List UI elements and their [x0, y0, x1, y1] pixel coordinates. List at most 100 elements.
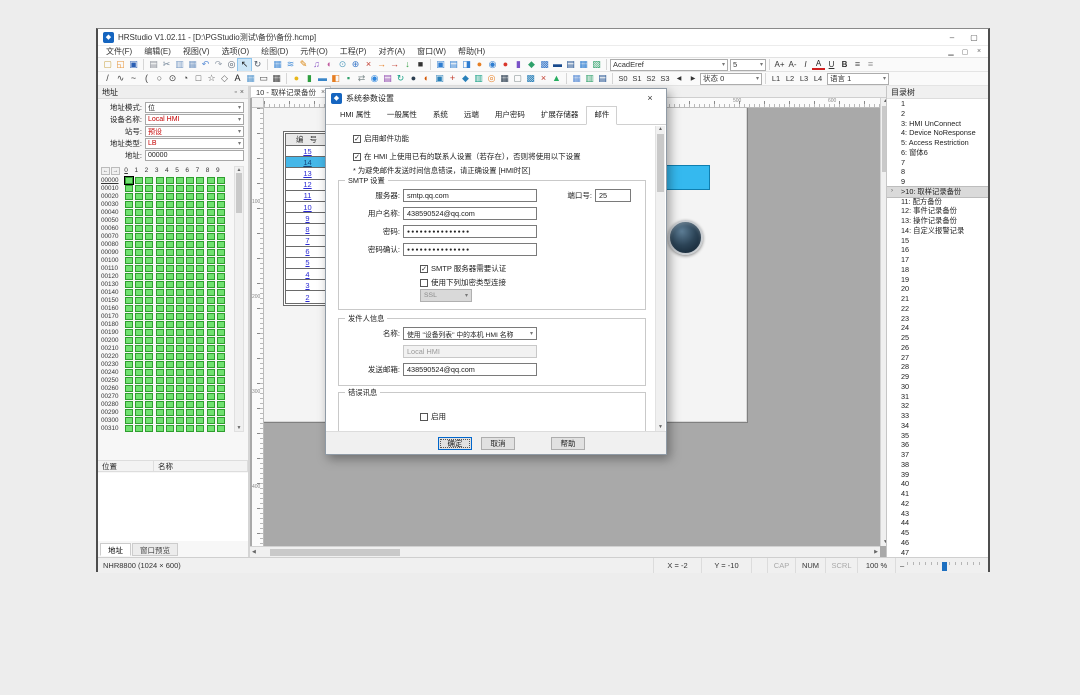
address-grid-scrollbar[interactable]: ▲ ▼ — [234, 166, 244, 432]
address-cell[interactable] — [166, 297, 174, 304]
address-cell[interactable] — [176, 321, 184, 328]
address-cell[interactable] — [156, 385, 164, 392]
tree-item[interactable]: 2 — [887, 109, 988, 119]
address-cell[interactable] — [176, 233, 184, 240]
number-table-row[interactable]: 12 — [286, 180, 329, 191]
address-cell[interactable] — [145, 249, 153, 256]
address-cell[interactable] — [125, 361, 133, 368]
address-cell[interactable] — [145, 345, 153, 352]
address-cell[interactable] — [176, 257, 184, 264]
address-cell[interactable] — [135, 297, 143, 304]
dark-grid-icon[interactable]: ▦ — [498, 73, 511, 85]
address-cell[interactable] — [135, 385, 143, 392]
address-cell[interactable] — [186, 337, 194, 344]
address-cell[interactable] — [176, 313, 184, 320]
address-cell[interactable] — [217, 177, 225, 184]
address-cell[interactable] — [145, 305, 153, 312]
address-cell[interactable] — [156, 377, 164, 384]
address-cell[interactable] — [145, 401, 153, 408]
tree-item[interactable]: 28 — [887, 362, 988, 372]
bar-display-icon[interactable]: ▬ — [316, 73, 329, 85]
address-cell[interactable] — [196, 329, 204, 336]
address-cell[interactable] — [207, 305, 215, 312]
address-cell[interactable] — [217, 361, 225, 368]
address-cell[interactable] — [166, 329, 174, 336]
address-cell[interactable] — [166, 417, 174, 424]
address-cell[interactable] — [186, 297, 194, 304]
address-cell[interactable] — [135, 321, 143, 328]
address-cell[interactable] — [186, 417, 194, 424]
address-cell[interactable] — [186, 265, 194, 272]
alarm-bell-icon[interactable]: ● — [499, 59, 512, 71]
address-cell[interactable] — [135, 281, 143, 288]
rotate-icon[interactable]: ↻ — [251, 59, 264, 71]
tree-item[interactable]: 21 — [887, 294, 988, 304]
address-cell[interactable] — [125, 305, 133, 312]
address-cell[interactable] — [135, 369, 143, 376]
address-cell[interactable] — [125, 425, 133, 432]
address-cell[interactable] — [176, 185, 184, 192]
address-cell[interactable] — [196, 361, 204, 368]
tree-item[interactable]: 31 — [887, 392, 988, 402]
address-cell[interactable] — [207, 353, 215, 360]
address-cell[interactable] — [196, 185, 204, 192]
address-cell[interactable] — [176, 361, 184, 368]
menu-item[interactable]: 工程(P) — [334, 46, 373, 57]
circle-tool-icon[interactable]: ○ — [153, 73, 166, 85]
tools-icon[interactable]: × — [362, 59, 375, 71]
address-cell[interactable] — [166, 425, 174, 432]
address-cell[interactable] — [156, 369, 164, 376]
address-cell[interactable] — [125, 329, 133, 336]
address-cell[interactable] — [217, 409, 225, 416]
address-cell[interactable] — [145, 329, 153, 336]
address-cell[interactable] — [125, 281, 133, 288]
address-cell[interactable] — [196, 233, 204, 240]
address-cell[interactable] — [166, 257, 174, 264]
address-input[interactable]: 00000 — [145, 150, 244, 161]
address-cell[interactable] — [176, 241, 184, 248]
layer-button-l2[interactable]: L2 — [783, 73, 797, 85]
address-cell[interactable] — [186, 361, 194, 368]
address-cell[interactable] — [217, 273, 225, 280]
view-grid-icon[interactable]: ▦ — [570, 73, 583, 85]
address-cell[interactable] — [196, 265, 204, 272]
address-cell[interactable] — [217, 345, 225, 352]
tree-item[interactable]: 45 — [887, 528, 988, 538]
next-state-button[interactable]: ▶ — [686, 73, 700, 85]
tree-item[interactable]: >10: 取样记录备份› — [887, 187, 988, 197]
address-cell[interactable] — [207, 217, 215, 224]
address-cell[interactable] — [176, 417, 184, 424]
address-cell[interactable] — [166, 313, 174, 320]
mdi-minimize-icon[interactable]: ▁ — [944, 48, 958, 56]
canvas-hscrollbar[interactable]: ◀ ▶ — [250, 546, 880, 557]
state-combo[interactable]: 状态 0▾ — [700, 73, 762, 85]
address-cell[interactable] — [145, 185, 153, 192]
number-table-row[interactable]: 8 — [286, 224, 329, 235]
address-cell[interactable] — [217, 281, 225, 288]
address-cell[interactable] — [207, 425, 215, 432]
address-cell[interactable] — [196, 385, 204, 392]
address-cell[interactable] — [166, 337, 174, 344]
language-combo[interactable]: 语言 1▾ — [827, 73, 889, 85]
number-table-row[interactable]: 4 — [286, 269, 329, 280]
wave-icon[interactable]: ≋ — [284, 59, 297, 71]
polygon-tool-icon[interactable]: ◇ — [218, 73, 231, 85]
address-cell[interactable] — [217, 321, 225, 328]
address-cell[interactable] — [145, 177, 153, 184]
device-name-select[interactable]: Local HMI▾ — [145, 114, 244, 125]
address-cell[interactable] — [135, 353, 143, 360]
copy-icon[interactable]: ▥ — [173, 59, 186, 71]
tree-item[interactable]: 22 — [887, 304, 988, 314]
address-cell[interactable] — [207, 289, 215, 296]
address-cell[interactable] — [196, 273, 204, 280]
tree-item[interactable]: 25 — [887, 333, 988, 343]
frame-icon[interactable]: ▢ — [511, 73, 524, 85]
address-cell[interactable] — [166, 217, 174, 224]
tree-item[interactable]: 24 — [887, 323, 988, 333]
download-proj-icon[interactable]: ● — [473, 59, 486, 71]
smtp-server-input[interactable]: smtp.qq.com — [403, 189, 537, 202]
address-cell[interactable] — [166, 249, 174, 256]
address-cell[interactable] — [145, 393, 153, 400]
tree-item[interactable]: 20 — [887, 284, 988, 294]
number-table-row[interactable]: 15 — [286, 146, 329, 157]
